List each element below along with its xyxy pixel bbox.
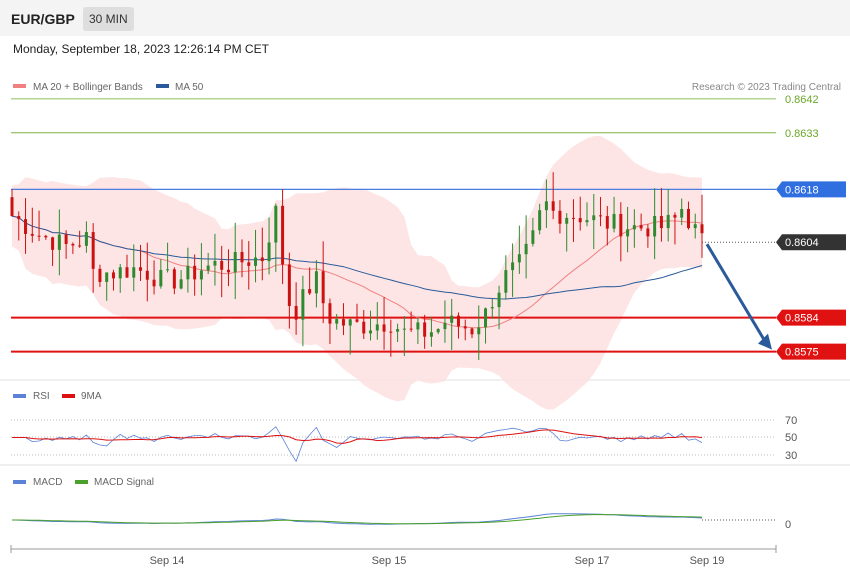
- forecast-arrow: [705, 243, 772, 350]
- bollinger-band: [12, 135, 702, 410]
- rsi-tick-70: 70: [785, 415, 797, 427]
- svg-text:0.8584: 0.8584: [785, 313, 819, 325]
- legend-swatch-ma20: [13, 84, 26, 88]
- legend-macd-signal: MACD Signal: [94, 477, 154, 488]
- target-level-label: 0.8633: [785, 128, 819, 140]
- legend-macd: MACD: [33, 477, 62, 488]
- x-tick-label: Sep 14: [150, 555, 185, 567]
- rsi-tick-50: 50: [785, 432, 797, 444]
- legend-rsi-ma: 9MA: [81, 391, 102, 402]
- support-level-label: 0.8575: [776, 343, 846, 360]
- x-tick-label: Sep 17: [575, 555, 610, 567]
- x-tick-label: Sep 19: [690, 555, 725, 567]
- legend-swatch-ma50: [156, 84, 169, 88]
- legend-swatch-macd: [13, 480, 26, 484]
- macd-tick-0: 0: [785, 519, 791, 531]
- target-level-label: 0.8642: [785, 94, 819, 106]
- rsi-line: [12, 426, 703, 463]
- svg-text:0.8618: 0.8618: [785, 184, 819, 196]
- legend-ma50: MA 50: [175, 82, 204, 93]
- legend-ma20: MA 20 + Bollinger Bands: [33, 82, 143, 93]
- current-level-label: 0.8604: [776, 234, 846, 251]
- price-chart: MA 20 + Bollinger Bands MA 50 Research ©…: [0, 82, 850, 567]
- macd-signal-line: [12, 514, 703, 525]
- svg-text:0.8604: 0.8604: [785, 237, 819, 249]
- resistance-level-label: 0.8618: [776, 181, 846, 198]
- legend-swatch-rsi: [13, 394, 26, 398]
- x-tick-label: Sep 15: [372, 555, 407, 567]
- copyright: Research © 2023 Trading Central: [692, 82, 841, 93]
- rsi-tick-30: 30: [785, 450, 797, 462]
- svg-text:0.8633: 0.8633: [785, 128, 819, 140]
- svg-text:0.8642: 0.8642: [785, 94, 819, 106]
- legend-swatch-rsi-ma: [62, 394, 75, 398]
- support-level-label: 0.8584: [776, 309, 846, 326]
- legend-rsi: RSI: [33, 391, 50, 402]
- svg-text:0.8575: 0.8575: [785, 347, 819, 359]
- legend-swatch-macd-signal: [75, 480, 88, 484]
